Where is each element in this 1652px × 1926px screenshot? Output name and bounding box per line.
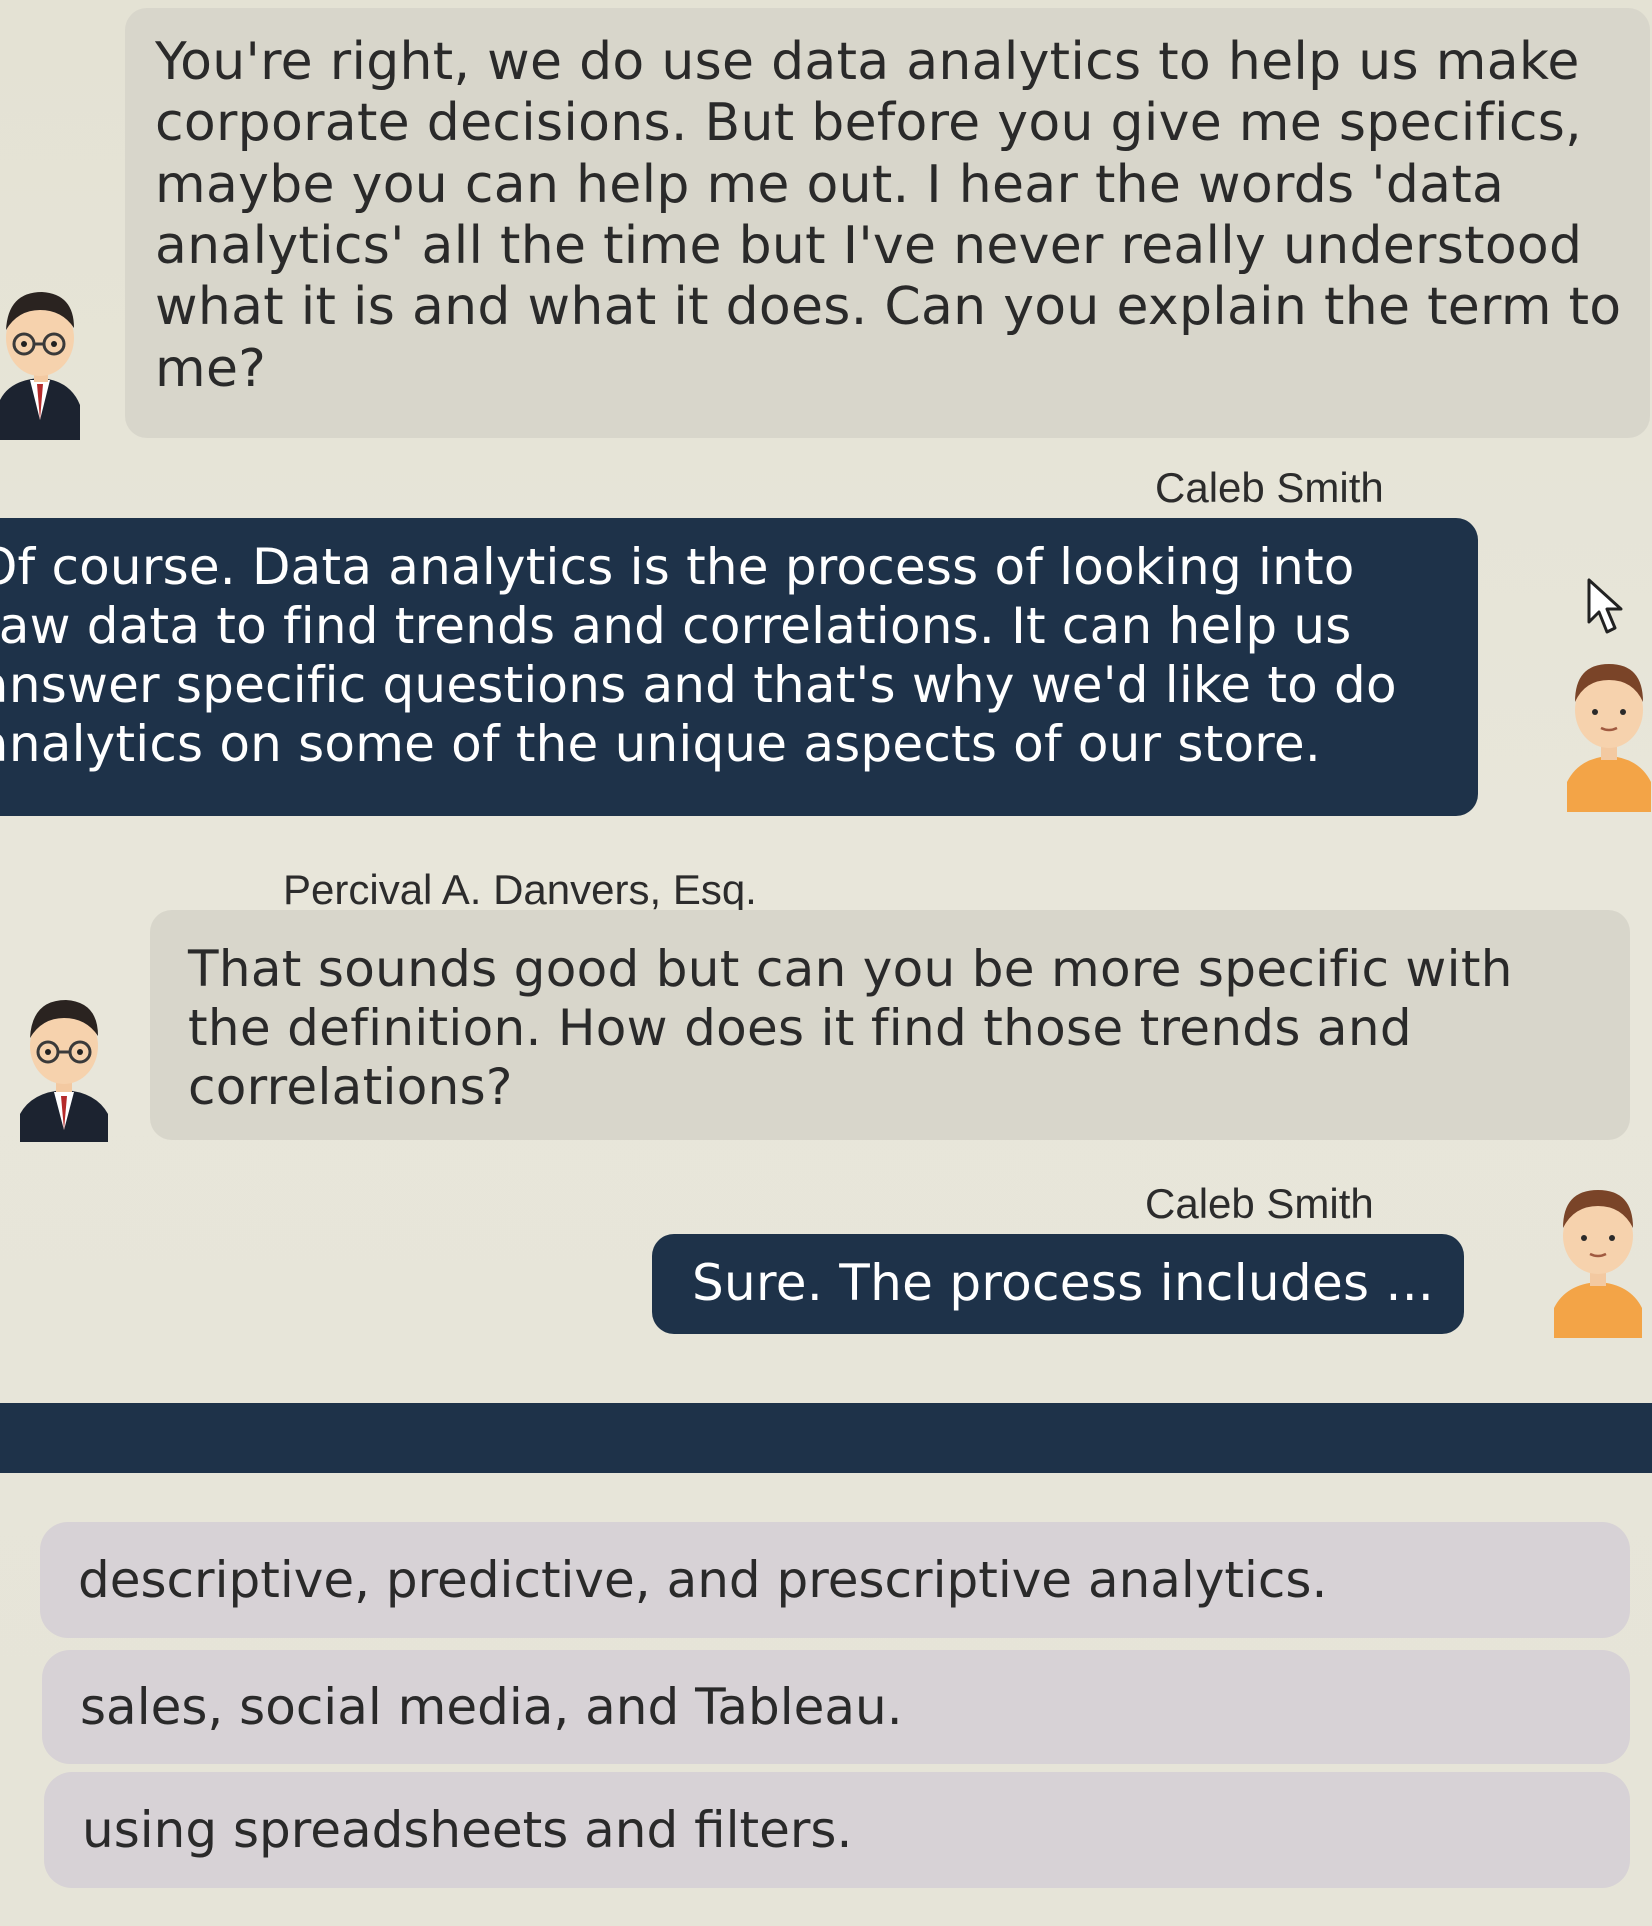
percival-avatar bbox=[0, 280, 85, 440]
caleb-avatar-2 bbox=[1552, 1180, 1644, 1338]
message-bubble-1: You're right, we do use data analytics t… bbox=[125, 8, 1650, 438]
answer-option-2-label: sales, social media, and Tableau. bbox=[80, 1678, 903, 1736]
message-bubble-2: Of course. Data analytics is the process… bbox=[0, 518, 1478, 816]
message-bubble-3: That sounds good but can you be more spe… bbox=[150, 910, 1630, 1140]
answer-option-3[interactable]: using spreadsheets and filters. bbox=[44, 1772, 1630, 1888]
message-text-2: Of course. Data analytics is the process… bbox=[0, 538, 1397, 773]
message-bubble-4: Sure. The process includes ... bbox=[652, 1234, 1464, 1334]
caleb-avatar bbox=[1565, 652, 1652, 812]
answer-option-3-label: using spreadsheets and filters. bbox=[82, 1801, 853, 1859]
message-text-3: That sounds good but can you be more spe… bbox=[188, 940, 1513, 1116]
mouse-cursor-icon bbox=[1585, 578, 1627, 636]
answer-option-1[interactable]: descriptive, predictive, and prescriptiv… bbox=[40, 1522, 1630, 1638]
answer-option-1-label: descriptive, predictive, and prescriptiv… bbox=[78, 1551, 1328, 1609]
speaker-name-3: Percival A. Danvers, Esq. bbox=[283, 866, 757, 913]
divider-bar bbox=[0, 1403, 1652, 1473]
chat-screen: You're right, we do use data analytics t… bbox=[0, 0, 1652, 1926]
message-text-4: Sure. The process includes ... bbox=[692, 1254, 1435, 1312]
speaker-name-2: Caleb Smith bbox=[1155, 464, 1384, 511]
percival-avatar-2 bbox=[18, 990, 110, 1142]
speaker-name-4: Caleb Smith bbox=[1145, 1180, 1374, 1227]
message-text-1: You're right, we do use data analytics t… bbox=[155, 32, 1622, 399]
answer-option-2[interactable]: sales, social media, and Tableau. bbox=[42, 1650, 1630, 1764]
